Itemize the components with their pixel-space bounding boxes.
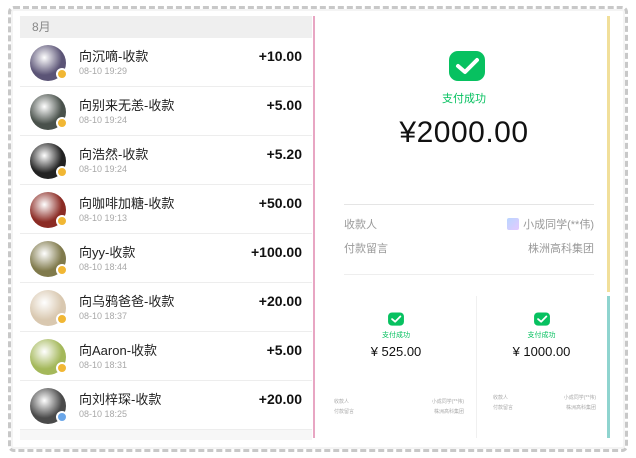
badge-icon xyxy=(56,411,68,423)
transaction-row[interactable]: 向乌鸦爸爸-收款 08-10 18:37 +20.00 xyxy=(20,283,312,332)
payment-success-card: 支付成功 ¥2000.00 收款人 小成同学(**伟) 付款留言 株洲高科集团 xyxy=(318,16,610,292)
transaction-title: 向别来无恙-收款 xyxy=(79,98,175,113)
transaction-time: 08-10 19:24 xyxy=(79,164,128,174)
transaction-row[interactable]: 向yy-收款 08-10 18:44 +100.00 xyxy=(20,234,312,283)
transaction-amount: +5.00 xyxy=(266,342,302,358)
wechat-pay-check-icon xyxy=(388,312,404,326)
transaction-title: 向浩然-收款 xyxy=(79,147,149,162)
transaction-title: 向乌鸦爸爸-收款 xyxy=(79,294,175,309)
note-label: 付款留言 xyxy=(344,243,388,255)
separator xyxy=(344,204,594,205)
gold-divider xyxy=(607,16,610,292)
note-row: 付款留言 株洲高科集团 xyxy=(344,240,594,256)
mini-note-label: 付款留言 xyxy=(334,409,355,415)
transaction-time: 08-10 18:37 xyxy=(79,311,128,321)
payment-amount: ¥2000.00 xyxy=(399,116,529,149)
wechat-pay-check-icon xyxy=(449,51,485,81)
mini-note-label: 付款留言 xyxy=(493,405,514,411)
transaction-amount: +100.00 xyxy=(251,244,302,260)
transaction-amount: +50.00 xyxy=(258,195,302,211)
transaction-row[interactable]: 向沉嘀-收款 08-10 19:29 +10.00 xyxy=(20,38,312,87)
badge-icon xyxy=(56,166,68,178)
payment-status-text: 支付成功 xyxy=(442,93,486,105)
transaction-amount: +20.00 xyxy=(258,293,302,309)
note-value: 株洲高科集团 xyxy=(528,243,594,255)
mini-status-text: 支付成功 xyxy=(527,332,556,339)
mini-amount: ¥ 1000.00 xyxy=(512,344,571,359)
transaction-amount: +10.00 xyxy=(258,48,302,64)
payee-value-wrap: 小成同学(**伟) xyxy=(507,216,594,232)
mini-success-card-1: 支付成功 ¥ 525.00 收款人 小成同学(**伟) 付款留言 株洲高科集团 xyxy=(318,296,474,438)
mini-payee-value: 小成同学(**伟) xyxy=(431,399,464,405)
transaction-amount: +5.20 xyxy=(266,146,302,162)
transaction-title: 向沉嘀-收款 xyxy=(79,49,149,64)
transaction-list: 向沉嘀-收款 08-10 19:29 +10.00 向别来无恙-收款 08-10 19:… xyxy=(20,38,312,430)
wechat-pay-check-icon xyxy=(534,312,550,326)
transaction-time: 08-10 18:25 xyxy=(79,409,128,419)
payee-label: 收款人 xyxy=(344,219,377,231)
transaction-row[interactable]: 向Aaron-收款 08-10 18:31 +5.00 xyxy=(20,332,312,381)
bill-list-panel: 8月 向沉嘀-收款 08-10 19:29 +10.00 向别来无恙-收款 08-10 … xyxy=(20,16,312,440)
mini-payee-value: 小成同学(**伟) xyxy=(563,395,596,401)
transaction-title: 向yy-收款 xyxy=(79,245,136,260)
mini-amount: ¥ 525.00 xyxy=(370,344,422,359)
mini-note-value: 株洲高科集团 xyxy=(433,409,464,415)
transaction-row[interactable]: 向刘梓琛-收款 08-10 18:25 +20.00 xyxy=(20,381,312,430)
badge-icon xyxy=(56,313,68,325)
badge-icon xyxy=(56,215,68,227)
transaction-amount: +20.00 xyxy=(258,391,302,407)
badge-icon xyxy=(56,117,68,129)
transaction-amount: +5.00 xyxy=(266,97,302,113)
transaction-title: 向咖啡加糖-收款 xyxy=(79,196,175,211)
badge-icon xyxy=(56,362,68,374)
payee-value: 小成同学(**伟) xyxy=(523,219,594,231)
badge-icon xyxy=(56,68,68,80)
pink-divider xyxy=(313,16,315,438)
month-header: 8月 xyxy=(20,16,312,38)
payee-avatar xyxy=(507,218,520,230)
mini-note-value: 株洲高科集团 xyxy=(565,405,596,411)
small-success-cards: 支付成功 ¥ 525.00 收款人 小成同学(**伟) 付款留言 株洲高科集团 … xyxy=(318,296,610,438)
teal-divider xyxy=(607,296,610,438)
transaction-time: 08-10 18:31 xyxy=(79,360,128,370)
badge-icon xyxy=(56,264,68,276)
mini-payee-label: 收款人 xyxy=(493,395,509,401)
mini-status-text: 支付成功 xyxy=(382,332,410,339)
transaction-title: 向Aaron-收款 xyxy=(79,343,158,358)
mini-payee-label: 收款人 xyxy=(334,399,350,405)
transaction-time: 08-10 18:44 xyxy=(79,262,128,272)
separator xyxy=(344,274,594,275)
payee-row: 收款人 小成同学(**伟) xyxy=(344,216,594,232)
transaction-row[interactable]: 向咖啡加糖-收款 08-10 19:13 +50.00 xyxy=(20,185,312,234)
transaction-time: 08-10 19:24 xyxy=(79,115,128,125)
mini-success-card-2: 支付成功 ¥ 1000.00 收款人 小成同学(**伟) 付款留言 株洲高科集团 xyxy=(476,296,606,438)
transaction-row[interactable]: 向别来无恙-收款 08-10 19:24 +5.00 xyxy=(20,87,312,136)
transaction-time: 08-10 19:29 xyxy=(79,66,128,76)
transaction-title: 向刘梓琛-收款 xyxy=(79,392,162,407)
transaction-row[interactable]: 向浩然-收款 08-10 19:24 +5.20 xyxy=(20,136,312,185)
transaction-time: 08-10 19:13 xyxy=(79,213,128,223)
